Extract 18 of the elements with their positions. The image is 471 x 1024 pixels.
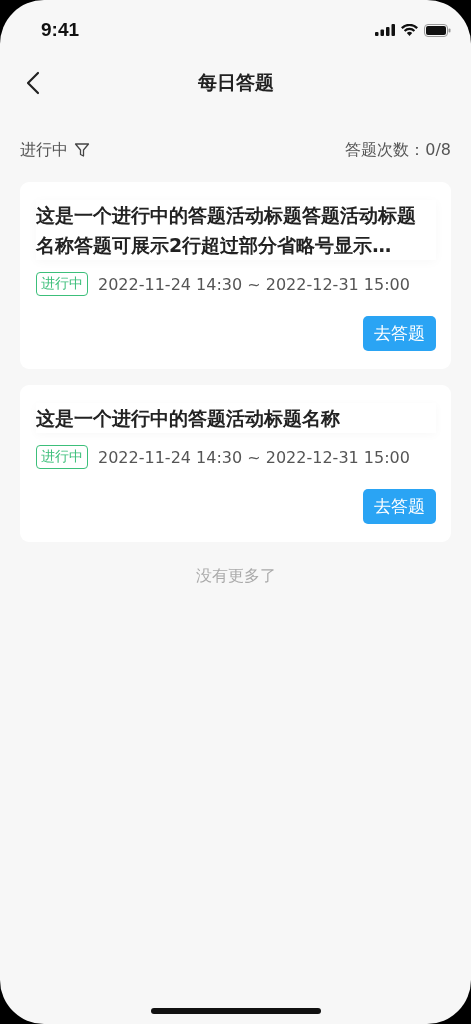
filter-icon [74, 142, 90, 158]
quiz-title: 这是一个进行中的答题活动标题答题活动标题名称答题可展示2行超过部分省略号显示… [36, 200, 436, 260]
quiz-title: 这是一个进行中的答题活动标题名称 [36, 403, 436, 433]
wifi-icon [401, 24, 418, 36]
status-tag: 进行中 [36, 445, 88, 469]
status-tag: 进行中 [36, 272, 88, 296]
status-filter[interactable]: 进行中 [20, 139, 90, 161]
answer-button[interactable]: 去答题 [363, 316, 436, 351]
signal-icon [375, 24, 395, 36]
battery-icon [424, 23, 451, 37]
back-button[interactable] [26, 71, 40, 95]
status-time: 9:41 [41, 19, 80, 41]
answer-count: 答题次数：0/8 [345, 139, 451, 161]
quiz-period: 2022-11-24 14:30 ~ 2022-12-31 15:00 [98, 447, 410, 467]
end-of-list-text: 没有更多了 [194, 566, 277, 587]
quiz-period: 2022-11-24 14:30 ~ 2022-12-31 15:00 [98, 274, 410, 294]
answer-button[interactable]: 去答题 [363, 489, 436, 524]
page-title: 每日答题 [197, 70, 274, 95]
